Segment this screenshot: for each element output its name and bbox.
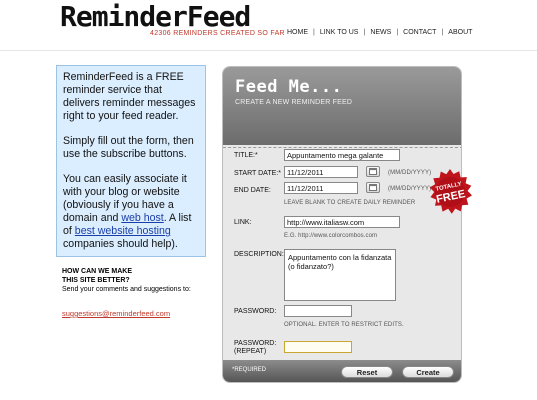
end-date-calendar-button[interactable]: [366, 182, 380, 193]
info-associate: You can easily associate it with your bl…: [63, 173, 199, 251]
nav-separator: |: [363, 29, 366, 36]
info-intro: ReminderFeed is a FREE reminder service …: [63, 71, 196, 122]
nav-contact[interactable]: CONTACT: [403, 29, 436, 36]
description-textarea[interactable]: Appuntamento con la fidanzata (o fidanza…: [284, 249, 396, 301]
form-header-divider: [223, 147, 461, 148]
feedback-heading-1: HOW CAN WE MAKE: [62, 268, 132, 275]
info-box: ReminderFeed is a FREE reminder service …: [56, 65, 206, 257]
reminders-count-tagline: 42306 REMINDERS CREATED SO FAR: [150, 30, 285, 37]
title-label: TITLE:*: [234, 152, 258, 159]
totally-free-seal: TOTALLY FREE: [425, 168, 475, 218]
feedback-section: HOW CAN WE MAKE THIS SITE BETTER? Send y…: [62, 267, 202, 318]
nav-separator: |: [441, 29, 444, 36]
end-date-hint: LEAVE BLANK TO CREATE DAILY REMINDER: [284, 200, 416, 206]
site-logo[interactable]: ReminderFeed: [60, 0, 251, 33]
nav-home[interactable]: HOME: [287, 29, 308, 36]
seal-text: TOTALLY FREE: [420, 163, 479, 222]
password-input[interactable]: [284, 305, 352, 317]
create-button[interactable]: Create: [402, 366, 454, 378]
nav-link-to-us[interactable]: LINK TO US: [320, 29, 359, 36]
nav-about[interactable]: ABOUT: [448, 29, 472, 36]
link-example-hint: E.G. http://www.colorcombos.com: [284, 233, 378, 239]
header-divider: [0, 50, 537, 51]
password-repeat-label-line-2: (REPEAT): [234, 348, 267, 355]
form-header: Feed Me... CREATE A NEW REMINDER FEED: [223, 67, 461, 145]
info-associate-text-3: companies should help).: [63, 238, 178, 250]
title-input[interactable]: Appuntamento mega galante: [284, 149, 400, 161]
end-date-label: END DATE:: [234, 187, 271, 194]
info-instructions: Simply fill out the form, then use the s…: [63, 135, 194, 160]
calendar-icon: [369, 168, 377, 175]
password-hint: OPTIONAL. ENTER TO RESTRICT EDITS.: [284, 322, 404, 328]
required-note: *REQUIRED: [232, 367, 267, 373]
top-nav: HOME | LINK TO US | NEWS | CONTACT | ABOUT: [287, 29, 472, 36]
password-repeat-label: PASSWORD: (REPEAT): [234, 340, 276, 356]
nav-separator: |: [313, 29, 315, 36]
password-repeat-label-line-1: PASSWORD:: [234, 340, 277, 347]
nav-news[interactable]: NEWS: [370, 29, 391, 36]
feedback-text: Send your comments and suggestions to:: [62, 286, 191, 293]
web-host-link[interactable]: web host: [121, 212, 163, 224]
reset-button[interactable]: Reset: [341, 366, 393, 378]
feedback-heading-2: THIS SITE BETTER?: [62, 277, 130, 284]
best-hosting-link[interactable]: best website hosting: [75, 225, 171, 237]
logo-text: ReminderFeed: [60, 0, 251, 33]
description-label: DESCRIPTION:*: [234, 251, 287, 258]
start-date-label: START DATE:*: [234, 170, 281, 177]
link-label: LINK:: [234, 219, 252, 226]
form-title: Feed Me...: [235, 77, 343, 97]
start-date-calendar-button[interactable]: [366, 166, 380, 177]
start-date-input[interactable]: 11/12/2011: [284, 166, 358, 178]
feedback-email-link[interactable]: suggestions@reminderfeed.com: [62, 309, 202, 318]
calendar-icon: [369, 184, 377, 191]
password-label: PASSWORD:: [234, 308, 277, 315]
end-date-input[interactable]: 11/12/2011: [284, 182, 358, 194]
link-input[interactable]: http://www.italiasw.com: [284, 216, 400, 228]
form-subtitle: CREATE A NEW REMINDER FEED: [235, 99, 353, 106]
nav-separator: |: [396, 29, 399, 36]
password-repeat-input[interactable]: [284, 341, 352, 353]
